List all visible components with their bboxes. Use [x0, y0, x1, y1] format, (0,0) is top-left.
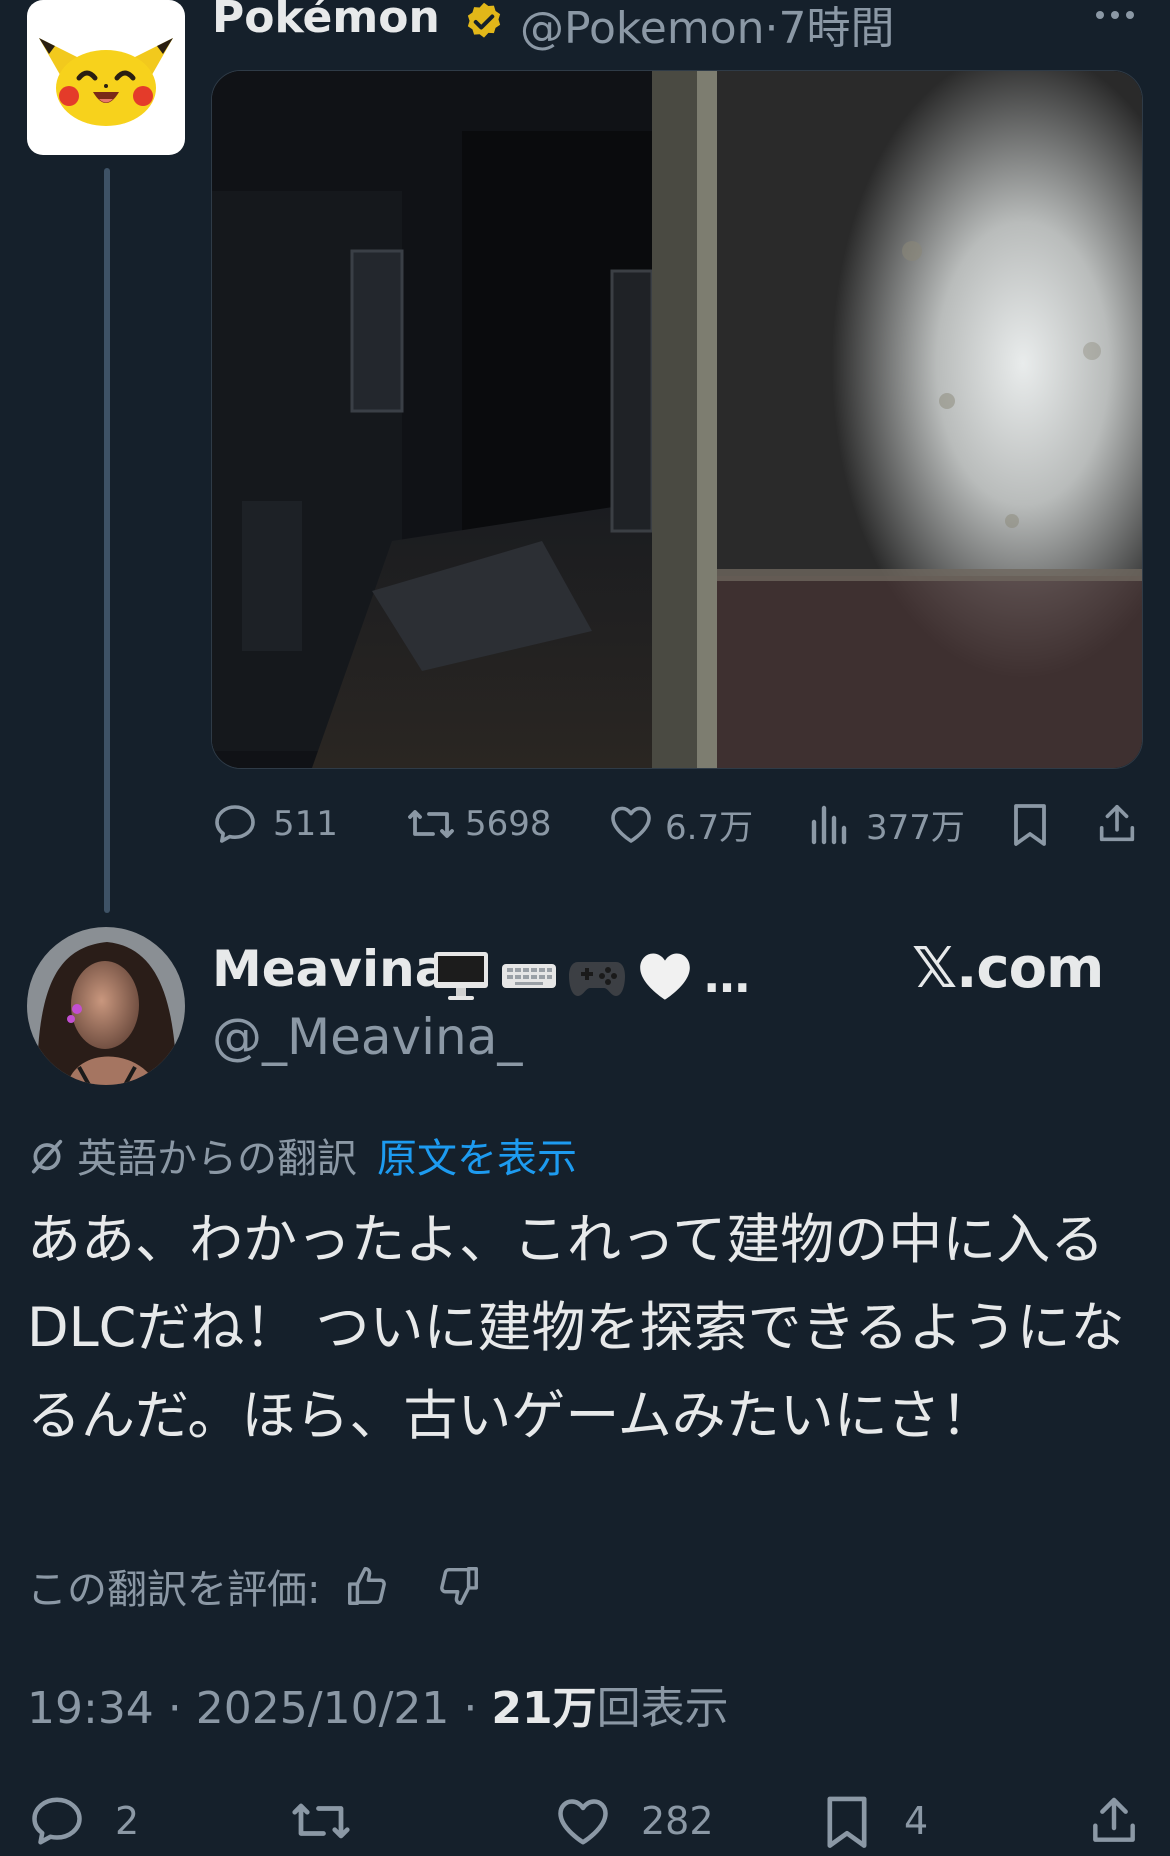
views-icon — [811, 805, 847, 845]
meta-separator: · — [449, 1683, 492, 1734]
desktop-computer-icon — [434, 952, 488, 1000]
reply-count: 511 — [273, 804, 338, 844]
retweet-count: 5698 — [465, 804, 552, 844]
translate-icon — [31, 1139, 63, 1174]
retweet-button[interactable]: 5698 — [405, 790, 552, 858]
reply-handle[interactable]: @_Meavina_ — [212, 1008, 522, 1066]
bookmark-button-2[interactable]: 4 — [820, 1786, 928, 1856]
reply-display-name[interactable]: Meavina — [212, 940, 448, 998]
retweet-icon — [408, 810, 454, 838]
share-icon — [1093, 1797, 1135, 1842]
like-count: 6.7万 — [665, 807, 754, 848]
tweet-media-image[interactable] — [211, 70, 1143, 769]
share-button-2[interactable] — [1086, 1786, 1142, 1856]
rate-translation: この翻訳を評価: — [27, 1556, 482, 1616]
parent-display-name[interactable]: Pokémon — [212, 0, 440, 43]
share-button[interactable] — [1094, 790, 1140, 858]
translation-notice: 英語からの翻訳 原文を表示 — [27, 1128, 577, 1182]
pokemon-avatar[interactable] — [27, 0, 185, 155]
reply-icon — [215, 805, 255, 843]
thumbs-up-icon[interactable] — [344, 1563, 390, 1609]
share-icon — [1099, 804, 1135, 842]
x-com-watermark: 𝕏.com — [912, 936, 1104, 1001]
retweet-button-2[interactable] — [288, 1786, 354, 1856]
like-icon — [558, 1799, 608, 1845]
name-emojis: … — [432, 945, 750, 1007]
like-count-2: 282 — [641, 1799, 714, 1843]
rate-translation-label: この翻訳を評価: — [27, 1567, 321, 1613]
tweet-time: 19:34 — [27, 1683, 154, 1734]
verified-badge-icon — [462, 0, 506, 44]
show-original-link[interactable]: 原文を表示 — [377, 1126, 577, 1184]
like-button[interactable]: 6.7万 — [607, 790, 753, 858]
retweet-icon — [292, 1803, 350, 1839]
reply-button[interactable]: 511 — [211, 790, 338, 858]
tweet-meta: 19:34 · 2025/10/21 · 21万回表示 — [27, 1672, 729, 1736]
more-icon[interactable] — [1092, 0, 1138, 30]
view-label: 回表示 — [596, 1683, 729, 1734]
bookmark-icon — [1014, 804, 1046, 846]
meta-separator: · — [153, 1683, 196, 1734]
game-controller-icon — [569, 962, 625, 996]
translation-label: 英語からの翻訳 — [77, 1136, 357, 1182]
reply-count-2: 2 — [115, 1799, 140, 1843]
like-icon — [611, 806, 651, 843]
views-button[interactable]: 377万 — [808, 790, 965, 858]
bookmark-button[interactable] — [1008, 790, 1052, 858]
parent-time: ·7時間 — [764, 3, 895, 54]
tweet-date: 2025/10/21 — [195, 1683, 450, 1734]
parent-handle-time: @Pokemon·7時間 — [520, 0, 895, 56]
like-button-2[interactable]: 282 — [553, 1786, 714, 1856]
name-ellipsis: … — [704, 949, 750, 1003]
keyboard-icon — [502, 964, 556, 988]
meavina-avatar[interactable] — [27, 927, 185, 1085]
tweet-body: ああ、わかったよ、これって建物の中に入るDLCだね！ ついに建物を探索できるよう… — [27, 1208, 1125, 1447]
view-count[interactable]: 21万 — [491, 1683, 596, 1734]
bookmark-icon — [827, 1796, 867, 1848]
views-count: 377万 — [866, 807, 965, 848]
white-heart-icon — [640, 953, 690, 1000]
thumbs-down-icon[interactable] — [436, 1563, 482, 1609]
thread-line — [104, 168, 110, 913]
parent-handle[interactable]: @Pokemon — [520, 3, 765, 54]
reply-icon — [32, 1797, 82, 1845]
reply-button-2[interactable]: 2 — [27, 1786, 139, 1856]
bookmark-count-2: 4 — [904, 1799, 929, 1843]
